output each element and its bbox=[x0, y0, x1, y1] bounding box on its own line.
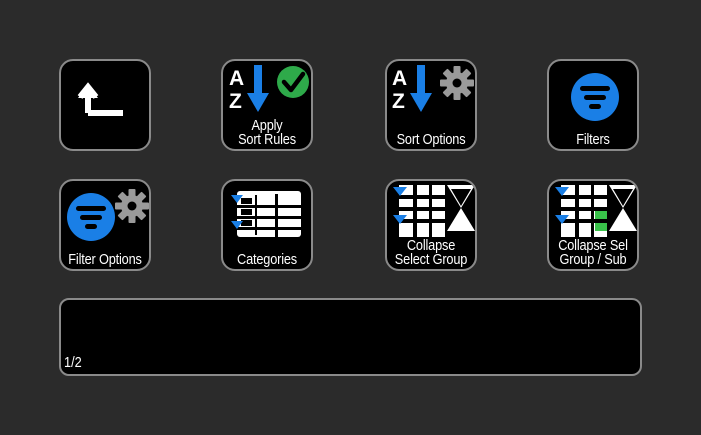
apply-sort-rules-label-1: Apply bbox=[251, 118, 283, 134]
back-button[interactable] bbox=[59, 59, 151, 151]
categories-label: Categories bbox=[237, 252, 297, 268]
filter-options-label: Filter Options bbox=[68, 252, 142, 268]
collapse-sel-group-sub-label-2: Group / Sub bbox=[559, 252, 627, 268]
page-bar[interactable]: 1/2 bbox=[59, 298, 642, 376]
page-indicator: 1/2 bbox=[64, 355, 82, 371]
apply-sort-rules-label-2: Sort Rules bbox=[238, 132, 296, 148]
svg-text:A: A bbox=[392, 67, 407, 90]
filters-button[interactable]: Filters bbox=[547, 59, 639, 151]
collapse-sel-group-sub-button[interactable]: Collapse Sel Group / Sub bbox=[547, 179, 639, 271]
svg-text:Z: Z bbox=[229, 90, 242, 113]
collapse-sel-group-sub-label-1: Collapse Sel bbox=[558, 238, 628, 254]
filters-label: Filters bbox=[576, 132, 610, 148]
svg-text:Z: Z bbox=[392, 90, 405, 113]
svg-text:A: A bbox=[229, 67, 244, 90]
back-arrow-icon bbox=[77, 82, 123, 116]
collapse-select-group-label-1: Collapse bbox=[406, 238, 456, 254]
button-grid-panel: A Z Apply Sort Rules A Z Sort Options Fi… bbox=[0, 0, 701, 435]
filter-options-button[interactable]: Filter Options bbox=[59, 179, 151, 271]
sort-options-button[interactable]: A Z Sort Options bbox=[385, 59, 477, 151]
apply-sort-rules-button[interactable]: A Z Apply Sort Rules bbox=[221, 59, 313, 151]
collapse-select-group-button[interactable]: Collapse Select Group bbox=[385, 179, 477, 271]
sort-options-label: Sort Options bbox=[396, 132, 466, 148]
collapse-select-group-label-2: Select Group bbox=[394, 252, 468, 268]
categories-button[interactable]: Categories bbox=[221, 179, 313, 271]
